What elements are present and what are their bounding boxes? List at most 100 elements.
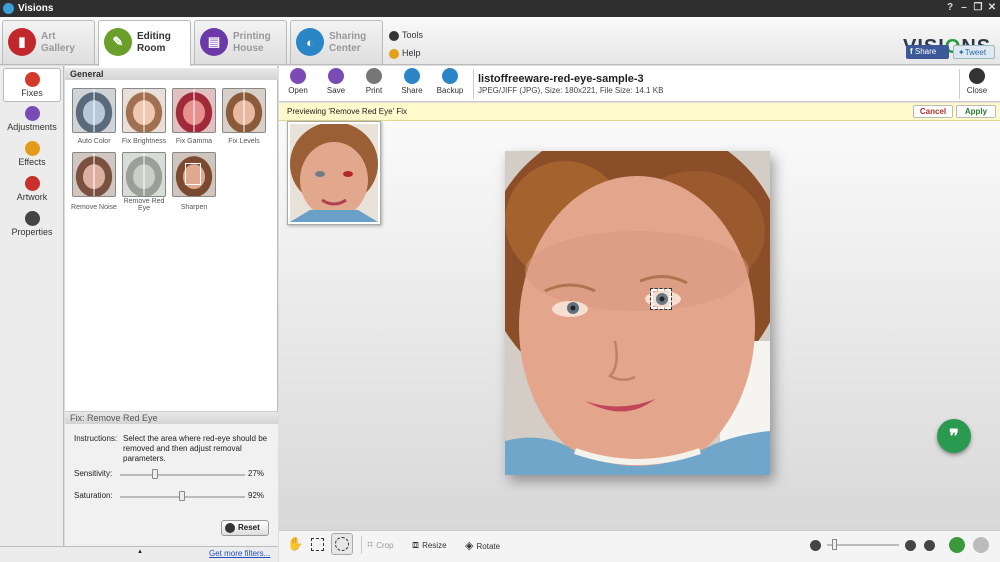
filter-remove-red-eye[interactable]: Remove Red Eye: [118, 152, 170, 212]
share-button[interactable]: Share: [395, 68, 429, 95]
zoom-out-icon[interactable]: [810, 540, 821, 551]
apply-button[interactable]: Apply: [956, 105, 996, 118]
ellipse-select-button[interactable]: [331, 533, 353, 555]
help-window-button[interactable]: ?: [943, 1, 957, 15]
preview-notice-text: Previewing 'Remove Red Eye' Fix: [287, 107, 407, 116]
sharpen-thumbnail: [172, 152, 216, 197]
print-button[interactable]: Print: [357, 68, 391, 95]
tab-printing-house[interactable]: ▤ Printing House: [194, 20, 287, 64]
effects-icon: [24, 141, 40, 156]
art-gallery-icon: ▮: [8, 28, 36, 56]
tweet-button[interactable]: ✦Tweet: [953, 45, 995, 59]
tab-editing-room[interactable]: ✎ Editing Room: [98, 20, 191, 66]
zoom-slider[interactable]: [827, 544, 899, 546]
filter-sharpen[interactable]: Sharpen: [168, 152, 220, 211]
tab-art-gallery[interactable]: ▮ Art Gallery: [2, 20, 95, 64]
reset-button[interactable]: Reset: [221, 520, 269, 536]
filter-label: Sharpen: [180, 204, 208, 211]
open-button[interactable]: Open: [281, 68, 315, 95]
fix-settings-box: Fix: Remove Red Eye Instructions: Select…: [65, 411, 278, 546]
general-header: General: [65, 68, 278, 80]
rotate-button[interactable]: ◈ Rotate: [465, 539, 500, 552]
print-icon: [366, 68, 382, 84]
filter-fix-gamma[interactable]: Fix Gamma: [168, 88, 220, 145]
zoom-in-icon[interactable]: [905, 540, 916, 551]
original-preview-thumbnail[interactable]: [287, 121, 381, 225]
tab-printing-house-line1: Printing: [233, 31, 271, 42]
save-button[interactable]: Save: [319, 68, 353, 95]
backup-button[interactable]: Backup: [433, 68, 467, 95]
scroll-up-icon[interactable]: ▲: [137, 549, 143, 555]
ellipse-select-icon: [335, 537, 349, 551]
tab-sharing-center[interactable]: ◐ Sharing Center: [290, 20, 383, 64]
help-menu[interactable]: Help: [389, 48, 421, 59]
close-image-button[interactable]: Close: [960, 68, 994, 95]
sensitivity-value: 27%: [248, 469, 265, 478]
red-eye-selection-box[interactable]: [650, 288, 672, 310]
sensitivity-handle[interactable]: [151, 469, 158, 479]
filter-auto-color[interactable]: Auto Color: [68, 88, 120, 145]
tab-editing-room-line2: Room: [137, 43, 166, 54]
instructions-text: Select the area where red-eye should be …: [123, 434, 268, 463]
top-tab-bar: ▮ Art Gallery ✎ Editing Room ▤ Printing Hou…: [0, 17, 1000, 66]
tab-printing-house-line2: House: [233, 43, 264, 54]
facebook-share-button[interactable]: f Share: [906, 45, 949, 59]
sensitivity-label: Sensitivity:: [74, 469, 113, 478]
filter-remove-noise[interactable]: Remove Noise: [68, 152, 120, 211]
filter-label: Fix Gamma: [175, 138, 213, 145]
sharing-center-icon: ◐: [296, 28, 324, 56]
main-photo[interactable]: [505, 151, 770, 475]
quote-chat-button[interactable]: ❞: [937, 419, 971, 453]
minimize-button[interactable]: –: [957, 1, 971, 15]
saturation-slider[interactable]: [120, 491, 245, 503]
nav-properties[interactable]: Properties: [3, 208, 61, 242]
tab-sharing-center-line2: Center: [329, 43, 361, 54]
rotate-icon: ◈: [465, 540, 477, 552]
remove-noise-thumbnail: [72, 152, 116, 197]
cancel-button[interactable]: Cancel: [913, 105, 953, 118]
previous-image-icon[interactable]: [949, 537, 965, 553]
nav-adjustments-label: Adjustments: [7, 122, 57, 132]
instructions-label: Instructions:: [74, 434, 118, 443]
nav-adjustments[interactable]: Adjustments: [3, 103, 61, 137]
save-icon: [328, 68, 344, 84]
next-image-icon[interactable]: [973, 537, 989, 553]
toolbar-divider: [473, 69, 474, 99]
hand-tool-icon[interactable]: ✋: [287, 536, 303, 552]
filter-fix-levels[interactable]: Fix Levels: [218, 88, 270, 145]
actual-size-icon[interactable]: [924, 540, 935, 551]
restore-button[interactable]: ❐: [971, 1, 985, 15]
filter-label: Remove Red Eye: [123, 198, 165, 212]
share-icon: [404, 68, 420, 84]
fix-levels-thumbnail: [222, 88, 266, 133]
open-icon: [290, 68, 306, 84]
nav-fixes[interactable]: Fixes: [3, 68, 61, 102]
auto-color-thumbnail: [72, 88, 116, 133]
crop-button[interactable]: ⌗ Crop: [367, 539, 394, 552]
bottom-toolbar: ✋ ⌗ Crop ⧈ Resize ◈ Rotate: [279, 530, 1000, 562]
tools-menu[interactable]: Tools: [389, 30, 423, 41]
filter-label: Auto Color: [77, 138, 111, 145]
sensitivity-slider[interactable]: [120, 469, 245, 481]
filters-panel: General Auto Color Fix Brightness Fix Ga…: [65, 66, 278, 546]
filter-fix-brightness[interactable]: Fix Brightness: [118, 88, 170, 145]
saturation-handle[interactable]: [179, 491, 186, 501]
crop-icon: ⌗: [367, 539, 377, 551]
help-icon: [389, 48, 399, 59]
reset-icon: [225, 522, 235, 533]
nav-artwork[interactable]: Artwork: [3, 173, 61, 207]
properties-icon: [24, 211, 40, 226]
printing-house-icon: ▤: [200, 28, 228, 56]
filter-label: Fix Brightness: [121, 138, 167, 145]
resize-button[interactable]: ⧈ Resize: [412, 539, 447, 552]
fix-brightness-thumbnail: [122, 88, 166, 133]
original-preview-image: [290, 124, 378, 222]
get-more-filters-link[interactable]: Get more filters...: [209, 549, 270, 558]
zoom-handle[interactable]: [832, 539, 837, 550]
backup-icon: [442, 68, 458, 84]
close-window-button[interactable]: ✕: [985, 1, 999, 15]
preview-notice-bar: Previewing 'Remove Red Eye' Fix Cancel A…: [279, 103, 1000, 121]
nav-effects[interactable]: Effects: [3, 138, 61, 172]
tab-art-gallery-line2: Gallery: [41, 43, 75, 54]
rect-select-icon[interactable]: [311, 538, 324, 551]
